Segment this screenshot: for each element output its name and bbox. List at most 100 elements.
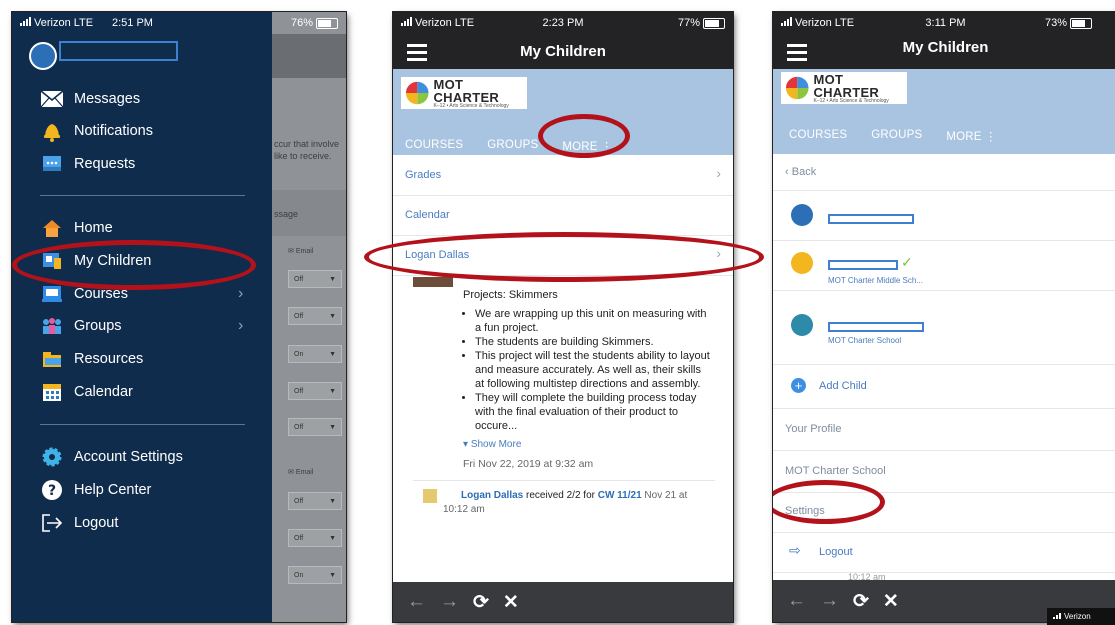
show-more-link[interactable]: ▾ Show More — [393, 439, 733, 450]
tab-more[interactable]: MORE ⋮ — [946, 129, 996, 143]
browser-toolbar: ← → ⟳ ✕ — [393, 582, 733, 622]
redacted-name-box — [828, 260, 898, 270]
notification-select[interactable]: Off ▼ — [288, 307, 342, 325]
child-row[interactable]: ✓ MOT Charter Middle Sch... — [773, 240, 1115, 291]
courses-chevron-icon[interactable]: › — [238, 285, 243, 303]
dimmed-text: ssage — [274, 209, 299, 219]
menu-item-logout[interactable]: Logout — [40, 512, 118, 534]
notification-select[interactable]: Off ▼ — [288, 492, 342, 510]
notification-select[interactable]: On ▼ — [288, 566, 342, 584]
dimmed-text: ccur that involve — [274, 139, 340, 149]
status-bar: Verizon LTE 2:23 PM 77% — [393, 12, 733, 34]
forward-arrow-icon[interactable]: → — [820, 590, 839, 612]
tab-courses[interactable]: COURSES — [789, 129, 847, 143]
post-heading: Projects: Skimmers — [463, 289, 558, 301]
post-bullets: We are wrapping up this unit on measurin… — [393, 307, 733, 433]
phone-more-dropdown-screen: Verizon LTE 2:23 PM 77% My Children MOT … — [393, 12, 733, 622]
school-banner: MOT CHARTER K–12 • Arts Science & Technol… — [773, 69, 1115, 154]
child-row[interactable] — [773, 190, 1115, 241]
help-icon: ? — [40, 479, 64, 501]
back-button[interactable]: ‹ Back — [773, 154, 1115, 191]
menu-item-resources[interactable]: Resources — [40, 348, 143, 370]
school-logo: MOT CHARTER K–12 • Arts Science & Technol… — [781, 72, 907, 104]
app-header: Verizon LTE 3:11 PM 73% My Children — [773, 12, 1115, 69]
notification-select[interactable]: Off ▼ — [288, 382, 342, 400]
redacted-name-box — [828, 214, 914, 224]
menu-item-groups[interactable]: Groups — [40, 315, 122, 337]
email-column-header: ✉ Email — [288, 469, 314, 476]
chevron-right-icon: › — [716, 165, 721, 181]
bell-icon — [40, 120, 64, 142]
phone-menu-screen: Verizon LTE 2:51 PM Messages Notificatio… — [12, 12, 346, 622]
notification-select[interactable]: Off ▼ — [288, 418, 342, 436]
groups-icon — [40, 315, 64, 337]
reload-icon[interactable]: ⟳ — [853, 590, 869, 613]
notification-select[interactable]: Off ▼ — [288, 270, 342, 288]
status-bar-right: 76% — [272, 12, 346, 34]
forward-arrow-icon[interactable]: → — [440, 591, 459, 613]
status-bar: Verizon LTE 2:51 PM — [12, 12, 272, 34]
logo-mark-icon — [785, 76, 809, 100]
your-profile-link[interactable]: Your Profile — [773, 408, 1115, 451]
dimmed-header — [272, 34, 346, 78]
avatar[interactable] — [29, 42, 57, 70]
back-arrow-icon[interactable]: ← — [787, 590, 806, 612]
page-title: My Children — [902, 39, 989, 56]
menu-item-home[interactable]: Home — [40, 217, 113, 239]
tab-bar: COURSES GROUPS MORE ⋮ — [789, 129, 997, 143]
more-menu-calendar[interactable]: Calendar — [393, 195, 733, 236]
plus-icon: + — [791, 378, 806, 393]
post-body: Projects: Skimmers We are wrapping up th… — [393, 289, 733, 517]
gear-icon — [40, 446, 64, 468]
menu-item-notifications[interactable]: Notifications — [40, 120, 153, 142]
logout-icon: ⇨ — [789, 542, 801, 558]
status-bar: Verizon LTE 3:11 PM 73% — [773, 12, 1115, 34]
post-avatar — [413, 277, 453, 287]
reload-icon[interactable]: ⟳ — [473, 591, 489, 614]
signal-icon — [20, 17, 31, 26]
grade-icon — [423, 489, 437, 503]
more-menu-grades[interactable]: Grades › — [393, 155, 733, 196]
redacted-name-box — [59, 41, 178, 61]
corner-status-fragment: Verizon — [1047, 608, 1115, 625]
battery-icon — [1070, 17, 1092, 29]
menu-item-calendar[interactable]: Calendar — [40, 381, 133, 403]
highlight-oval — [12, 240, 256, 290]
battery-icon — [703, 17, 725, 29]
notification-select[interactable]: Off ▼ — [288, 529, 342, 547]
highlight-oval — [538, 114, 630, 158]
close-icon[interactable]: ✕ — [883, 590, 899, 613]
battery-icon — [316, 17, 338, 29]
add-child-button[interactable]: + Add Child — [773, 364, 1115, 409]
menu-item-requests[interactable]: Requests — [40, 153, 135, 175]
notification-select[interactable]: On ▼ — [288, 345, 342, 363]
post-date: Fri Nov 22, 2019 at 9:32 am — [463, 458, 594, 470]
grade-notification[interactable]: Logan Dallas received 2/2 for CW 11/21 N… — [393, 489, 733, 517]
folder-icon — [40, 348, 64, 370]
app-header: Verizon LTE 2:23 PM 77% My Children — [393, 12, 733, 69]
home-icon — [40, 217, 64, 239]
navigation-drawer: Verizon LTE 2:51 PM Messages Notificatio… — [12, 12, 272, 622]
menu-divider — [40, 424, 245, 425]
menu-item-messages[interactable]: Messages — [40, 88, 140, 110]
battery: 76% — [291, 17, 338, 29]
close-icon[interactable]: ✕ — [503, 591, 519, 614]
menu-item-help-center[interactable]: ? Help Center — [40, 479, 151, 501]
child-row[interactable]: MOT Charter School — [773, 290, 1115, 365]
envelope-icon — [40, 88, 64, 110]
tab-groups[interactable]: GROUPS — [871, 129, 922, 143]
logout-link[interactable]: ⇨ Logout — [773, 532, 1115, 573]
redacted-name-box — [828, 322, 924, 332]
carrier: Verizon LTE — [20, 17, 93, 29]
school-logo: MOT CHARTER K–12 • Arts Science & Technol… — [401, 77, 527, 109]
dimmed-settings-page[interactable]: 76% ccur that involve like to receive. s… — [272, 12, 346, 622]
courses-icon — [40, 283, 64, 305]
check-icon: ✓ — [901, 254, 913, 270]
status-time: 3:11 PM — [925, 17, 966, 29]
menu-item-account-settings[interactable]: Account Settings — [40, 446, 183, 468]
back-arrow-icon[interactable]: ← — [407, 591, 426, 613]
groups-chevron-icon[interactable]: › — [238, 317, 243, 335]
highlight-oval — [364, 232, 764, 282]
requests-icon — [40, 153, 64, 175]
avatar — [791, 204, 813, 226]
